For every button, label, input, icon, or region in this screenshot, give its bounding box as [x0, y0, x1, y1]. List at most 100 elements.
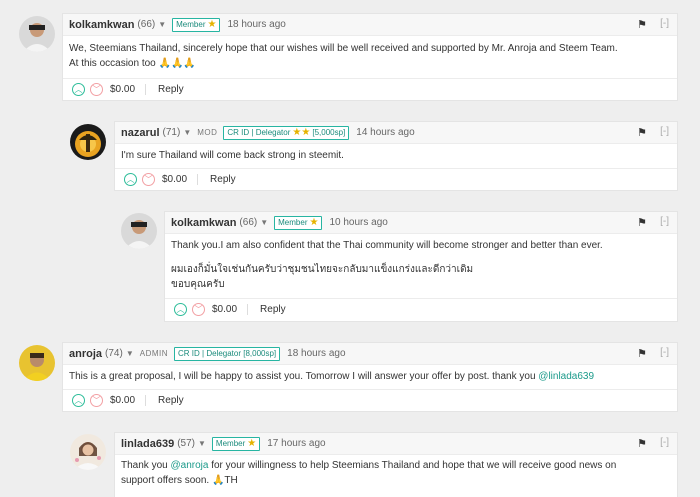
comment-line: ผมเองก็มั่นใจเช่นกันครับว่าชุมชนไทยจะกลั… [171, 264, 474, 275]
timestamp[interactable]: 14 hours ago [356, 127, 414, 138]
role-label: ADMIN [139, 349, 169, 358]
chevron-down-icon[interactable]: ﹀ [90, 83, 103, 96]
chevron-up-icon[interactable]: ︿ [72, 394, 85, 407]
payout-value[interactable]: $0.00 [110, 84, 147, 95]
author-name[interactable]: nazarul [121, 127, 160, 139]
comment-line: I'm sure Thailand will come back strong … [121, 150, 344, 161]
reputation: (71) [162, 127, 181, 138]
comment-footer: ︿ ﹀ $0.00 Reply [63, 389, 677, 411]
comment-body: This is a great proposal, I will be happ… [69, 369, 669, 384]
collapse-button[interactable]: [-] [660, 18, 669, 29]
payout-value[interactable]: $0.00 [110, 395, 147, 406]
comment-card: kolkamkwan (66) ▼ Member ★ 18 hours ago ⚑… [62, 13, 678, 101]
timestamp[interactable]: 18 hours ago [287, 348, 345, 359]
comment-text: Thank you [121, 460, 171, 471]
flag-icon[interactable]: ⚑ [637, 347, 647, 360]
chevron-down-icon[interactable]: ▼ [126, 349, 134, 358]
comment-line: Thank you @anroja for your willingness t… [121, 458, 669, 473]
user-mention-link[interactable]: @linlada639 [538, 371, 594, 382]
collapse-button[interactable]: [-] [660, 347, 669, 358]
star-icon: ★ [207, 19, 217, 30]
badge-label: CR ID | Delegator [8,000sp] [178, 348, 277, 358]
chevron-down-icon[interactable]: ▼ [260, 218, 268, 227]
reputation: (57) [177, 438, 195, 449]
comment-card: kolkamkwan (66) ▼ Member ★ 10 hours ago ⚑… [164, 211, 678, 322]
member-badge: Member ★ [211, 436, 261, 451]
star-icon: ★ [247, 438, 257, 449]
chevron-down-icon[interactable]: ▼ [183, 128, 191, 137]
comment-line: Thank you.I am also confident that the T… [171, 240, 603, 251]
chevron-up-icon[interactable]: ︿ [174, 303, 187, 316]
comment-body: We, Steemians Thailand, sincerely hope t… [69, 41, 669, 71]
reputation: (66) [137, 19, 156, 30]
collapse-button[interactable]: [-] [660, 437, 669, 448]
comment-card: anroja (74) ▼ ADMIN CR ID | Delegator [8… [62, 342, 678, 412]
collapse-button[interactable]: [-] [660, 126, 669, 137]
comment-header: kolkamkwan (66) ▼ Member ★ 18 hours ago [63, 14, 677, 36]
avatar[interactable] [19, 16, 55, 52]
comment-footer: ︿ ﹀ $0.00 Reply [115, 168, 677, 190]
author-name[interactable]: anroja [69, 348, 102, 360]
avatar[interactable] [70, 124, 106, 160]
badge-sp: [5,000sp] [312, 127, 346, 137]
reply-button[interactable]: Reply [158, 84, 184, 95]
role-label: MOD [197, 128, 218, 137]
payout-value[interactable]: $0.00 [162, 174, 199, 185]
badge-label: Member [176, 19, 206, 29]
comment-footer: ︿ ﹀ $0.00 Reply [63, 78, 677, 100]
author-name[interactable]: linlada639 [121, 438, 174, 450]
comment-header: kolkamkwan (66) ▼ Member ★ 10 hours ago [165, 212, 677, 234]
comment-footer: ︿ ﹀ $0.00 Reply [165, 298, 677, 320]
flag-icon[interactable]: ⚑ [637, 126, 647, 139]
comment-line: This is a great proposal, I will be happ… [69, 369, 669, 384]
avatar[interactable] [19, 345, 55, 381]
reputation: (74) [105, 348, 123, 359]
flag-icon[interactable]: ⚑ [637, 437, 647, 450]
comment-line: We, Steemians Thailand, sincerely hope t… [69, 43, 618, 54]
comment-body: Thank you @anroja for your willingness t… [121, 458, 669, 488]
comment-card: linlada639 (57) ▼ Member ★ 17 hours ago ⚑… [114, 432, 678, 497]
member-badge: Member ★ [172, 17, 221, 32]
payout-value[interactable]: $0.00 [212, 304, 249, 315]
comment-header: anroja (74) ▼ ADMIN CR ID | Delegator [8… [63, 343, 677, 365]
timestamp[interactable]: 17 hours ago [267, 438, 325, 449]
badge-label: Member [215, 438, 246, 448]
chevron-down-icon[interactable]: ﹀ [142, 173, 155, 186]
user-mention-link[interactable]: @anroja [170, 460, 208, 471]
avatar[interactable] [70, 434, 106, 470]
timestamp[interactable]: 10 hours ago [329, 217, 387, 228]
flag-icon[interactable]: ⚑ [637, 216, 647, 229]
reply-button[interactable]: Reply [260, 304, 286, 315]
chevron-down-icon[interactable]: ▼ [198, 439, 206, 448]
badge-label: CR ID | Delegator [227, 127, 291, 137]
comment-line: support offers soon. 🙏TH [121, 475, 238, 486]
reply-button[interactable]: Reply [158, 395, 184, 406]
author-name[interactable]: kolkamkwan [171, 217, 236, 229]
avatar[interactable] [121, 213, 157, 249]
author-name[interactable]: kolkamkwan [69, 19, 134, 31]
comment-line: At this occasion too 🙏🙏🙏 [69, 58, 196, 69]
reply-button[interactable]: Reply [210, 174, 236, 185]
chevron-down-icon[interactable]: ﹀ [90, 394, 103, 407]
star-icon: ★ [309, 217, 319, 228]
comment-text: This is a great proposal, I will be happ… [69, 371, 539, 382]
timestamp[interactable]: 18 hours ago [227, 19, 285, 30]
comment-header: nazarul (71) ▼ MOD CR ID | Delegator ★★ [5… [115, 122, 677, 144]
comment-body: I'm sure Thailand will come back strong … [121, 148, 669, 163]
comment-card: nazarul (71) ▼ MOD CR ID | Delegator ★★ [5… [114, 121, 678, 191]
comment-line: ขอบคุณครับ [171, 279, 225, 290]
flag-icon[interactable]: ⚑ [637, 18, 647, 31]
comment-header: linlada639 (57) ▼ Member ★ 17 hours ago [115, 433, 677, 455]
delegator-badge: CR ID | Delegator ★★ [5,000sp] [223, 125, 350, 140]
chevron-up-icon[interactable]: ︿ [72, 83, 85, 96]
reputation: (66) [239, 217, 258, 228]
member-badge: Member ★ [274, 215, 323, 230]
chevron-up-icon[interactable]: ︿ [124, 173, 137, 186]
chevron-down-icon[interactable]: ﹀ [192, 303, 205, 316]
chevron-down-icon[interactable]: ▼ [158, 20, 166, 29]
comment-text: for your willingness to help Steemians T… [208, 460, 617, 471]
collapse-button[interactable]: [-] [660, 216, 669, 227]
star-icon: ★★ [292, 127, 311, 138]
badge-label: Member [278, 217, 308, 227]
delegator-badge: CR ID | Delegator [8,000sp] [174, 346, 281, 361]
